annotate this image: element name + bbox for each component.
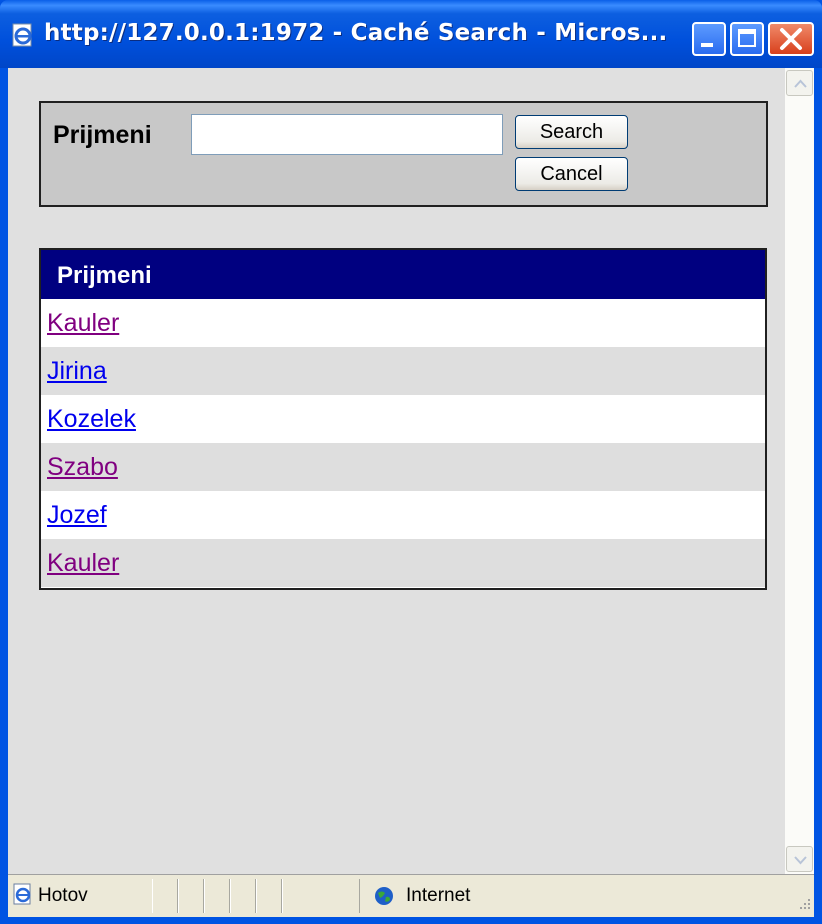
scroll-down-button[interactable] xyxy=(786,846,813,872)
search-panel: Prijmeni Search Cancel xyxy=(39,101,768,207)
minimize-button[interactable] xyxy=(692,22,726,56)
page-content: Prijmeni Search Cancel Prijmeni Kauler J… xyxy=(8,68,785,874)
close-icon xyxy=(780,28,802,50)
maximize-icon xyxy=(738,29,756,47)
resize-grip-icon[interactable] xyxy=(796,895,812,911)
table-row: Jirina xyxy=(41,347,765,395)
maximize-button[interactable] xyxy=(730,22,764,56)
result-link[interactable]: Jozef xyxy=(47,501,107,530)
table-row: Jozef xyxy=(41,491,765,539)
search-input[interactable] xyxy=(191,114,503,155)
table-row: Kauler xyxy=(41,539,765,587)
search-field-label: Prijmeni xyxy=(53,121,152,149)
table-row: Szabo xyxy=(41,443,765,491)
results-table: Prijmeni Kauler Jirina Kozelek Szabo Joz… xyxy=(39,248,767,590)
scroll-up-button[interactable] xyxy=(786,70,813,96)
result-link[interactable]: Kauler xyxy=(47,309,119,338)
vertical-scrollbar[interactable] xyxy=(785,68,814,874)
browser-window: http://127.0.0.1:1972 - Caché Search - M… xyxy=(0,0,822,924)
status-bar: Hotov Internet xyxy=(8,874,814,917)
status-cell xyxy=(230,879,256,913)
result-link[interactable]: Kauler xyxy=(47,549,119,578)
chevron-down-icon xyxy=(794,856,807,865)
window-frame-left xyxy=(0,68,8,924)
cancel-button[interactable]: Cancel xyxy=(515,157,628,191)
window-frame-bottom xyxy=(0,916,822,924)
close-button[interactable] xyxy=(768,22,814,56)
window-title: http://127.0.0.1:1972 - Caché Search - M… xyxy=(44,20,668,46)
result-link[interactable]: Jirina xyxy=(47,357,107,386)
minimize-icon xyxy=(701,43,713,47)
result-link[interactable]: Szabo xyxy=(47,453,118,482)
table-row: Kauler xyxy=(41,299,765,347)
column-header-prijmeni: Prijmeni xyxy=(57,262,152,289)
table-row: Kozelek xyxy=(41,395,765,443)
ie-page-icon xyxy=(13,883,31,905)
window-frame-right xyxy=(814,68,822,924)
client-area: Prijmeni Search Cancel Prijmeni Kauler J… xyxy=(8,68,814,874)
chevron-up-icon xyxy=(794,79,807,88)
results-header: Prijmeni xyxy=(41,250,765,299)
status-cell xyxy=(152,879,178,913)
zone-text: Internet xyxy=(406,885,471,906)
status-cell xyxy=(256,879,282,913)
globe-icon xyxy=(375,887,393,905)
status-cell xyxy=(282,879,360,913)
status-cell xyxy=(178,879,204,913)
status-cell xyxy=(204,879,230,913)
ie-page-icon xyxy=(12,23,32,47)
title-bar[interactable]: http://127.0.0.1:1972 - Caché Search - M… xyxy=(0,0,822,68)
result-link[interactable]: Kozelek xyxy=(47,405,136,434)
search-button[interactable]: Search xyxy=(515,115,628,149)
status-text: Hotov xyxy=(38,885,88,906)
